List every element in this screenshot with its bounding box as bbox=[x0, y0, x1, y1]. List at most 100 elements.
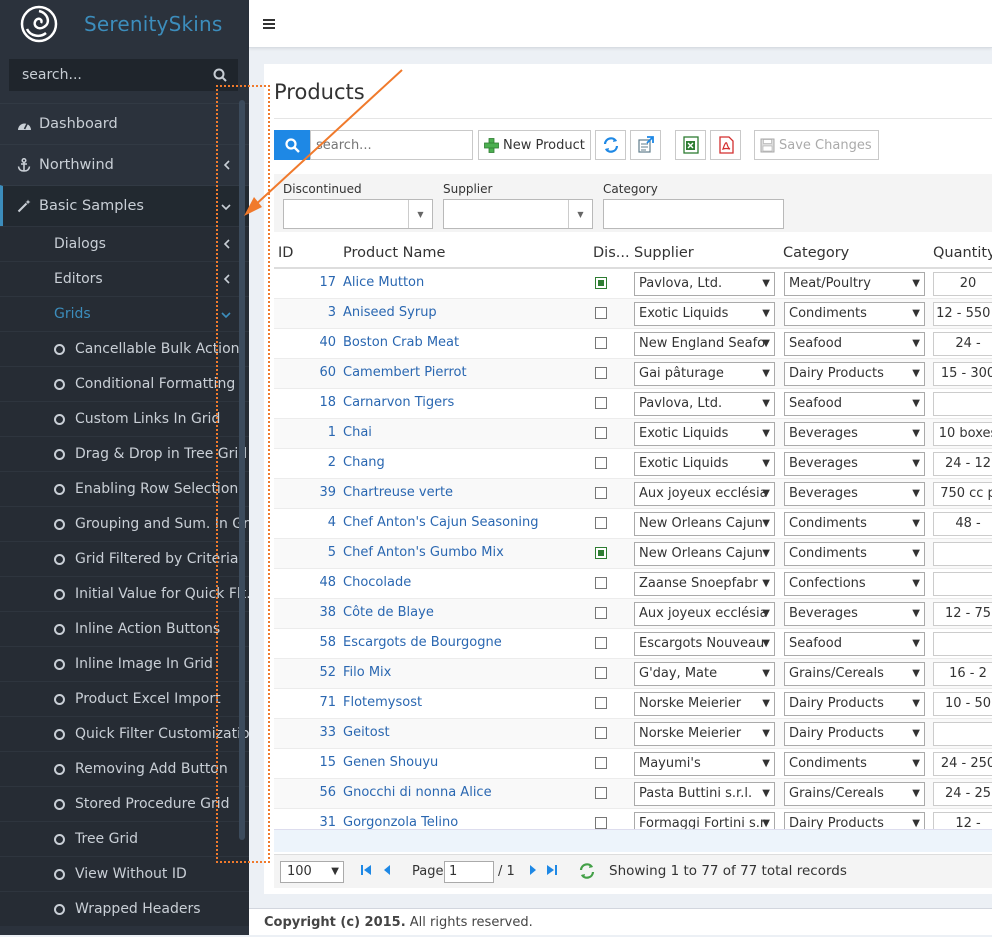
logo[interactable]: SerenitySkins bbox=[0, 0, 249, 48]
cell-supplier-select[interactable]: Pavlova, Ltd. ▼ bbox=[634, 272, 775, 296]
cell-supplier-select[interactable]: Pavlova, Ltd. ▼ bbox=[634, 392, 775, 416]
cell-quantity-input[interactable]: 16 - 2 bbox=[933, 662, 992, 686]
column-header-discontinued[interactable]: Dis... bbox=[593, 245, 630, 261]
cell-quantity-input[interactable]: 24 - 25 bbox=[933, 782, 992, 806]
cell-product-name-link[interactable]: Filo Mix bbox=[343, 665, 391, 680]
table-row[interactable]: 58 Escargots de Bourgogne Escargots Nouvea… bbox=[274, 629, 992, 659]
discontinued-filter-select[interactable]: ▼ bbox=[283, 199, 433, 229]
cell-quantity-input[interactable]: 12 - bbox=[933, 812, 992, 829]
supplier-filter-select[interactable]: ▼ bbox=[443, 199, 593, 229]
cell-discontinued-checkbox[interactable] bbox=[595, 577, 607, 589]
cell-discontinued-checkbox[interactable] bbox=[595, 787, 607, 799]
cell-discontinued-checkbox[interactable] bbox=[595, 277, 607, 289]
column-header-supplier[interactable]: Supplier bbox=[634, 245, 694, 261]
cell-product-name-link[interactable]: Genen Shouyu bbox=[343, 755, 438, 770]
sidebar-item-removing-add-button[interactable]: Removing Add Button bbox=[0, 751, 249, 786]
sidebar-item-conditional-formatting[interactable]: Conditional Formatting bbox=[0, 366, 249, 401]
table-row[interactable]: 33 Geitost Norske Meierier ▼ Dairy Products ▼ bbox=[274, 719, 992, 749]
cell-quantity-input[interactable]: 12 - 75 bbox=[933, 602, 992, 626]
sidebar-item-dashboard[interactable]: Dashboard bbox=[0, 103, 249, 144]
refresh-button[interactable] bbox=[595, 130, 626, 160]
cell-quantity-input[interactable] bbox=[933, 392, 992, 416]
cell-supplier-select[interactable]: Mayumi's ▼ bbox=[634, 752, 775, 776]
cell-supplier-select[interactable]: Formaggi Fortini s.r ▼ bbox=[634, 812, 775, 829]
cell-discontinued-checkbox[interactable] bbox=[595, 637, 607, 649]
cell-supplier-select[interactable]: Escargots Nouveau ▼ bbox=[634, 632, 775, 656]
cell-discontinued-checkbox[interactable] bbox=[595, 307, 607, 319]
cell-quantity-input[interactable]: 24 - bbox=[933, 332, 992, 356]
table-row[interactable]: 56 Gnocchi di nonna Alice Pasta Buttini s.… bbox=[274, 779, 992, 809]
table-row[interactable]: 5 Chef Anton's Gumbo Mix New Orleans Cajun… bbox=[274, 539, 992, 569]
sidebar-search-input[interactable]: search... bbox=[9, 59, 238, 91]
table-row[interactable]: 60 Camembert Pierrot Gai pâturage ▼ Dairy Pr… bbox=[274, 359, 992, 389]
cell-product-name-link[interactable]: Escargots de Bourgogne bbox=[343, 635, 502, 650]
cell-product-name-link[interactable]: Gnocchi di nonna Alice bbox=[343, 785, 492, 800]
sidebar-item-grouping-and-sum[interactable]: Grouping and Sum. In Grid bbox=[0, 506, 249, 541]
cell-supplier-select[interactable]: Pasta Buttini s.r.l. ▼ bbox=[634, 782, 775, 806]
sidebar-item-tree-grid[interactable]: Tree Grid bbox=[0, 821, 249, 856]
cell-quantity-input[interactable]: 20 bbox=[933, 272, 992, 296]
cell-supplier-select[interactable]: Exotic Liquids ▼ bbox=[634, 422, 775, 446]
cell-product-name-link[interactable]: Flotemysost bbox=[343, 695, 422, 710]
cell-quantity-input[interactable]: 24 - 250 bbox=[933, 752, 992, 776]
cell-discontinued-checkbox[interactable] bbox=[595, 367, 607, 379]
cell-category-select[interactable]: Condiments ▼ bbox=[784, 302, 925, 326]
sidebar-item-view-without-id[interactable]: View Without ID bbox=[0, 856, 249, 891]
cell-category-select[interactable]: Meat/Poultry ▼ bbox=[784, 272, 925, 296]
sidebar-item-basic-samples[interactable]: Basic Samples bbox=[0, 185, 249, 226]
cell-category-select[interactable]: Beverages ▼ bbox=[784, 602, 925, 626]
cell-category-select[interactable]: Beverages ▼ bbox=[784, 422, 925, 446]
sidebar-item-product-excel-import[interactable]: Product Excel Import bbox=[0, 681, 249, 716]
sidebar-item-wrapped-headers[interactable]: Wrapped Headers bbox=[0, 891, 249, 926]
cell-discontinued-checkbox[interactable] bbox=[595, 727, 607, 739]
table-row[interactable]: 18 Carnarvon Tigers Pavlova, Ltd. ▼ Seafood ▼ bbox=[274, 389, 992, 419]
table-row[interactable]: 1 Chai Exotic Liquids ▼ Beverages ▼ 10 boxes bbox=[274, 419, 992, 449]
table-row[interactable]: 40 Boston Crab Meat New England Seafo ▼ Seaf… bbox=[274, 329, 992, 359]
sidebar-item-cancellable-bulk-action[interactable]: Cancellable Bulk Action bbox=[0, 331, 249, 366]
cell-quantity-input[interactable]: 48 - bbox=[933, 512, 992, 536]
table-row[interactable]: 48 Chocolade Zaanse Snoepfabr ▼ Confections ▼ bbox=[274, 569, 992, 599]
excel-export-button[interactable] bbox=[675, 130, 706, 160]
cell-quantity-input[interactable]: 24 - 12 bbox=[933, 452, 992, 476]
cell-quantity-input[interactable] bbox=[933, 542, 992, 566]
cell-quantity-input[interactable] bbox=[933, 572, 992, 596]
table-row[interactable]: 15 Genen Shouyu Mayumi's ▼ Condiments ▼ 24 - 2… bbox=[274, 749, 992, 779]
cell-supplier-select[interactable]: New Orleans Cajun ▼ bbox=[634, 542, 775, 566]
sidebar-item-custom-links-in-grid[interactable]: Custom Links In Grid bbox=[0, 401, 249, 436]
cell-category-select[interactable]: Grains/Cereals ▼ bbox=[784, 782, 925, 806]
cell-discontinued-checkbox[interactable] bbox=[595, 607, 607, 619]
sidebar-item-northwind[interactable]: Northwind bbox=[0, 144, 249, 185]
cell-supplier-select[interactable]: Aux joyeux ecclésia ▼ bbox=[634, 602, 775, 626]
quick-search-input[interactable] bbox=[310, 130, 473, 160]
table-row[interactable]: 38 Côte de Blaye Aux joyeux ecclésia ▼ Bever… bbox=[274, 599, 992, 629]
pdf-export-button[interactable] bbox=[710, 130, 741, 160]
sidebar-item-stored-procedure-grid[interactable]: Stored Procedure Grid bbox=[0, 786, 249, 821]
cell-discontinued-checkbox[interactable] bbox=[595, 517, 607, 529]
cell-product-name-link[interactable]: Alice Mutton bbox=[343, 275, 424, 290]
cell-quantity-input[interactable]: 12 - 550 r bbox=[933, 302, 992, 326]
column-header-product-name[interactable]: Product Name bbox=[343, 245, 445, 261]
sidebar-item-quick-filter-customization[interactable]: Quick Filter Customization bbox=[0, 716, 249, 751]
cell-supplier-select[interactable]: G'day, Mate ▼ bbox=[634, 662, 775, 686]
cell-discontinued-checkbox[interactable] bbox=[595, 667, 607, 679]
table-row[interactable]: 52 Filo Mix G'day, Mate ▼ Grains/Cereals ▼ 16 … bbox=[274, 659, 992, 689]
sidebar-item-dialogs[interactable]: Dialogs bbox=[0, 226, 249, 261]
cell-category-select[interactable]: Condiments ▼ bbox=[784, 542, 925, 566]
cell-product-name-link[interactable]: Chocolade bbox=[343, 575, 411, 590]
page-number-input[interactable]: 1 bbox=[444, 861, 494, 883]
cell-discontinued-checkbox[interactable] bbox=[595, 817, 607, 829]
cell-product-name-link[interactable]: Carnarvon Tigers bbox=[343, 395, 454, 410]
cell-category-select[interactable]: Seafood ▼ bbox=[784, 632, 925, 656]
cell-supplier-select[interactable]: Norske Meierier ▼ bbox=[634, 722, 775, 746]
cell-category-select[interactable]: Dairy Products ▼ bbox=[784, 692, 925, 716]
table-row[interactable]: 2 Chang Exotic Liquids ▼ Beverages ▼ 24 - 12 bbox=[274, 449, 992, 479]
cell-supplier-select[interactable]: Aux joyeux ecclésia ▼ bbox=[634, 482, 775, 506]
search-icon[interactable] bbox=[213, 68, 227, 82]
new-product-button[interactable]: New Product bbox=[478, 130, 591, 160]
cell-supplier-select[interactable]: Exotic Liquids ▼ bbox=[634, 302, 775, 326]
sidebar-item-grids[interactable]: Grids bbox=[0, 296, 249, 331]
cell-product-name-link[interactable]: Chartreuse verte bbox=[343, 485, 453, 500]
cell-category-select[interactable]: Condiments ▼ bbox=[784, 512, 925, 536]
cell-quantity-input[interactable]: 750 cc p bbox=[933, 482, 992, 506]
cell-category-select[interactable]: Dairy Products ▼ bbox=[784, 722, 925, 746]
